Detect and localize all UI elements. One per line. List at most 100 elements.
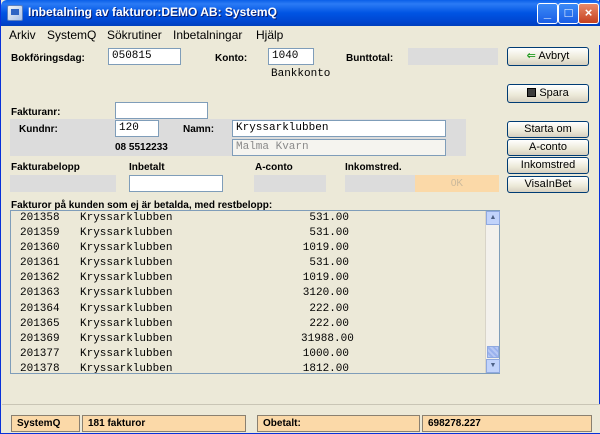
fakturanr-input[interactable] [115,102,208,119]
bunttotal-value [408,48,498,65]
invoice-number: 201362 [20,272,60,285]
fakturanr-label: Fakturanr: [11,107,61,118]
ok-button[interactable]: 0K [415,175,499,192]
remaining-amount: 222.00 [309,317,349,330]
invoice-number: 201363 [20,287,60,300]
remaining-amount: 531.00 [309,257,349,270]
invoice-number: 201361 [20,257,60,270]
fakturabelopp-value [10,175,116,192]
title-bar[interactable]: Inbetalning av fakturor:DEMO AB: SystemQ… [1,0,600,26]
invoice-number: 201360 [20,242,60,255]
inkomstred-button[interactable]: Inkomstred [507,157,589,174]
remaining-amount: 1000.00 [302,347,349,360]
customer-name: Kryssarklubben [80,302,173,315]
fakturabelopp-label: Fakturabelopp [11,162,80,173]
invoice-number: 201365 [20,317,60,330]
remaining-amount: 222.00 [309,302,349,315]
scroll-down-arrow-icon[interactable]: ▼ [486,359,500,373]
konto-label: Konto: [215,53,248,64]
list-item[interactable]: 201363 Kryssarklubben 3120.00 [11,286,485,301]
status-obetalt-value: 698278.227 [422,415,592,432]
window-title: Inbetalning av fakturor:DEMO AB: SystemQ [28,5,277,19]
list-item[interactable]: 201365 Kryssarklubben 222.00 [11,317,485,332]
aconto-value [254,175,326,192]
namn-input[interactable]: Kryssarklubben [232,120,446,137]
customer-name: Kryssarklubben [80,257,173,270]
konto-name: Bankkonto [271,68,331,80]
list-item[interactable]: 201377 Kryssarklubben 1000.00 [11,347,485,362]
list-item[interactable]: 201361 Kryssarklubben 531.00 [11,256,485,271]
customer-name: Kryssarklubben [80,287,173,300]
customer-name: Kryssarklubben [80,317,173,330]
invoice-number: 201358 [20,212,60,224]
konto-input[interactable]: 1040 [268,48,314,65]
inkomstred-label: Inkomstred. [345,162,402,173]
floppy-disk-icon [527,88,537,97]
avbryt-button[interactable]: ⇐ Avbryt [507,47,589,66]
inbetalt-label: Inbetalt [129,162,165,173]
list-item[interactable]: 201358 Kryssarklubben 531.00 [11,211,485,226]
invoice-number: 201369 [20,332,60,345]
maximize-button[interactable]: □ [558,3,579,24]
invoice-number: 201359 [20,227,60,240]
close-button[interactable]: × [578,3,599,24]
remaining-amount: 1019.00 [302,242,349,255]
arrow-left-icon: ⇐ [526,50,536,62]
list-item[interactable]: 201369 Kryssarklubben 31988.00 [11,332,485,347]
invoice-number: 201378 [20,362,60,373]
phone-number: 08 5512233 [115,142,168,153]
address-field: Malma Kvarn [232,139,446,156]
customer-name: Kryssarklubben [80,212,173,224]
menu-sokrutiner[interactable]: Sökrutiner [107,28,162,42]
invoice-number: 201364 [20,302,60,315]
bunttotal-label: Bunttotal: [346,53,394,64]
menu-inbetalningar[interactable]: Inbetalningar [173,28,242,42]
customer-name: Kryssarklubben [80,332,173,345]
inkomstred-value [345,175,415,192]
remaining-amount: 1812.00 [302,362,349,373]
starta-om-button[interactable]: Starta om [507,121,589,138]
a-conto-button[interactable]: A-conto [507,139,589,156]
status-invoice-count: 181 fakturor [82,415,246,432]
menu-systemq[interactable]: SystemQ [47,28,96,42]
remaining-amount: 531.00 [309,227,349,240]
customer-name: Kryssarklubben [80,362,173,373]
avbryt-label: Avbryt [538,50,570,62]
bokforingsdag-label: Bokföringsdag: [11,53,85,64]
invoice-number: 201377 [20,347,60,360]
remaining-amount: 3120.00 [302,287,349,300]
menu-bar: Arkiv SystemQ Sökrutiner Inbetalningar H… [2,26,600,45]
customer-name: Kryssarklubben [80,227,173,240]
scroll-up-arrow-icon[interactable]: ▲ [486,211,500,225]
kundnr-label: Kundnr: [19,124,58,135]
aconto-label: A-conto [255,162,293,173]
app-window-icon [7,5,23,21]
namn-label: Namn: [183,124,215,135]
menu-hjalp[interactable]: Hjälp [256,28,283,42]
list-item[interactable]: 201362 Kryssarklubben 1019.00 [11,271,485,286]
kundnr-input[interactable]: 120 [115,120,159,137]
remaining-amount: 1019.00 [302,272,349,285]
bokforingsdag-input[interactable]: 050815 [108,48,181,65]
remaining-amount: 31988.00 [301,332,354,345]
status-bar: SystemQ 181 fakturor Obetalt: 698278.227 [2,404,600,433]
minimize-button[interactable]: _ [537,3,558,24]
customer-name: Kryssarklubben [80,272,173,285]
customer-name: Kryssarklubben [80,242,173,255]
scroll-thumb[interactable] [487,346,499,358]
list-item[interactable]: 201359 Kryssarklubben 531.00 [11,226,485,241]
spara-button[interactable]: Spara [507,84,589,103]
list-item[interactable]: 201364 Kryssarklubben 222.00 [11,302,485,317]
list-item[interactable]: 201378 Kryssarklubben 1812.00 [11,362,485,373]
status-app: SystemQ [11,415,80,432]
customer-name: Kryssarklubben [80,347,173,360]
list-item[interactable]: 201360 Kryssarklubben 1019.00 [11,241,485,256]
menu-arkiv[interactable]: Arkiv [9,28,36,42]
list-scrollbar[interactable]: ▲ ▼ [485,211,500,373]
inbetalt-input[interactable] [129,175,223,192]
status-obetalt-label: Obetalt: [257,415,420,432]
invoice-list[interactable]: 201358 Kryssarklubben 531.00 201359 Kryssar… [10,210,500,374]
remaining-amount: 531.00 [309,212,349,224]
visa-inbet-button[interactable]: VisaInBet [507,176,589,193]
spara-label: Spara [539,87,569,99]
